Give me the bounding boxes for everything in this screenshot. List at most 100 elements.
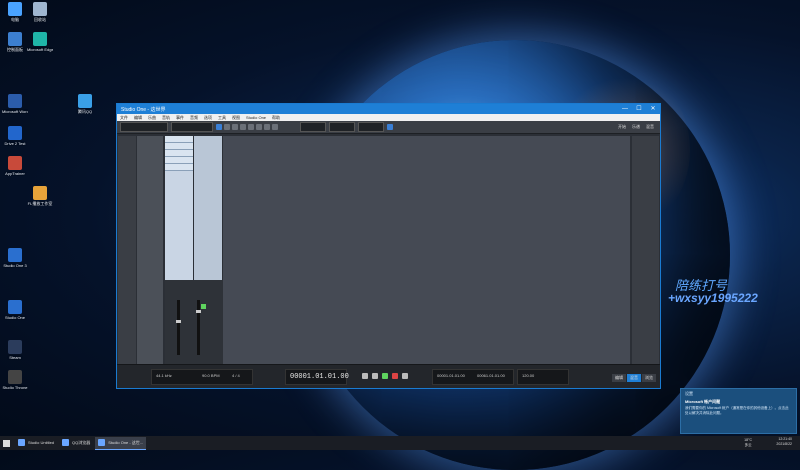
inspector-panel: [137, 136, 163, 365]
desktop-icon[interactable]: Studio Throne: [2, 370, 28, 390]
app-icon: [62, 439, 70, 446]
notification-header: 设置: [685, 391, 693, 396]
menu-item[interactable]: 工具: [218, 115, 226, 121]
stop-button[interactable]: [372, 373, 378, 379]
app-icon: [8, 370, 22, 384]
fader-knob[interactable]: [196, 310, 201, 313]
desktop-icon-label: Microsoft Word 2010: [2, 109, 28, 114]
menu-item[interactable]: 编辑: [134, 115, 142, 121]
weather-widget[interactable]: 18°C 多云: [744, 438, 752, 448]
eraser-tool-icon[interactable]: [240, 124, 246, 130]
play-button[interactable]: [382, 373, 388, 379]
transport-info-left: 44.1 kHz 90.0 BPM 4 / 4: [151, 369, 253, 385]
desktop-icon[interactable]: Steam: [2, 340, 28, 360]
desktop-icon[interactable]: AppTrainer: [2, 156, 28, 176]
windows-icon: [3, 439, 10, 447]
loop-button[interactable]: [402, 373, 408, 379]
track-row[interactable]: [165, 143, 193, 150]
maximize-button[interactable]: ☐: [632, 104, 646, 114]
menu-item[interactable]: 帮助: [272, 115, 280, 121]
taskbar-item-label: QQ浏览器: [72, 439, 91, 445]
menu-item[interactable]: 事件: [176, 115, 184, 121]
desktop-icon-label: 控制面板: [7, 47, 23, 52]
taskbar-item[interactable]: Studio One - 这世...: [95, 436, 147, 450]
desktop-icon-label: AppTrainer: [5, 171, 25, 176]
toolbar-start[interactable]: 开始: [618, 124, 626, 130]
transport-info-right: 00001.01.01.00 00061.01.01.00: [432, 369, 514, 385]
menu-item[interactable]: 乐曲: [148, 115, 156, 121]
channel-fader[interactable]: [177, 300, 180, 355]
notification-body: 我们需要你的 Microsoft 帐户（通常是在你的其他设备上）。点击此处以解决…: [685, 406, 789, 415]
clock[interactable]: 12:21:40 2021/8/22: [776, 437, 792, 447]
track-selector[interactable]: [120, 122, 168, 132]
start-button[interactable]: [0, 437, 13, 449]
tab-mix[interactable]: 混音: [627, 374, 641, 382]
toolbar-mix[interactable]: 混音: [646, 124, 654, 130]
menu-item[interactable]: 音频: [190, 115, 198, 121]
menu-item[interactable]: Studio One: [246, 115, 266, 120]
desktop-icon-label: 回收站: [34, 17, 46, 22]
track-row[interactable]: [165, 157, 193, 164]
taskbar-item[interactable]: QQ浏览器: [59, 437, 93, 449]
desktop-icon-label: 电脑: [11, 17, 19, 22]
tool-bar: 开始 乐谱 混音: [117, 121, 660, 134]
app-icon: [33, 32, 47, 46]
desktop-icon[interactable]: Microsoft Edge: [27, 32, 53, 52]
desktop-icon[interactable]: Drive 2 Test: [2, 126, 28, 146]
track-row[interactable]: [165, 164, 193, 171]
close-button[interactable]: ✕: [646, 104, 660, 114]
tab-browse[interactable]: 浏览: [642, 374, 656, 382]
record-button[interactable]: [392, 373, 398, 379]
menu-item[interactable]: 音轨: [162, 115, 170, 121]
quantize-box[interactable]: [300, 122, 326, 132]
snap-box[interactable]: [358, 122, 384, 132]
desktop-icon[interactable]: 控制面板: [2, 32, 28, 52]
rewind-button[interactable]: [362, 373, 368, 379]
menu-item[interactable]: 文件: [120, 115, 128, 121]
transport-time-box: 00001.01.01.00: [285, 369, 349, 385]
arrow-tool-icon[interactable]: [216, 124, 222, 130]
snap-selector[interactable]: [171, 122, 213, 132]
taskbar-item-label: Studio One - 这世...: [108, 439, 144, 445]
inspector-tabs: [118, 136, 136, 365]
toolbar-score[interactable]: 乐谱: [632, 124, 640, 130]
track-row[interactable]: [165, 136, 193, 143]
taskbar: Studio Untitled QQ浏览器 Studio One - 这世... 1…: [0, 436, 800, 450]
arrange-view[interactable]: [223, 136, 630, 365]
mute-tool-icon[interactable]: [256, 124, 262, 130]
desktop-icon-label: 腾讯QQ: [77, 109, 93, 114]
desktop-icon[interactable]: FL播放工作室: [27, 186, 53, 206]
desktop-icon[interactable]: Microsoft Word 2010: [2, 94, 28, 114]
app-icon: [8, 156, 22, 170]
timebase-box[interactable]: [329, 122, 355, 132]
desktop-icon[interactable]: Studio One: [2, 300, 28, 320]
desktop-icon-label: Studio Throne: [2, 385, 28, 390]
paint-tool-icon[interactable]: [248, 124, 254, 130]
app-icon: [8, 126, 22, 140]
range-tool-icon[interactable]: [224, 124, 230, 130]
menu-item[interactable]: 视图: [232, 115, 240, 121]
desktop-icon[interactable]: Studio One 3: [2, 248, 28, 268]
mixer-panel: [165, 280, 223, 365]
tab-edit[interactable]: 编辑: [612, 374, 626, 382]
app-icon: [78, 94, 92, 108]
watermark-line2: +wxsyy1995222: [668, 291, 758, 305]
title-bar[interactable]: Studio One - 这世界 — ☐ ✕: [117, 104, 660, 114]
bend-tool-icon[interactable]: [264, 124, 270, 130]
tempo-box: 120.00: [517, 369, 569, 385]
split-tool-icon[interactable]: [232, 124, 238, 130]
minimize-button[interactable]: —: [618, 104, 632, 114]
snap-toggle-icon[interactable]: [387, 124, 393, 130]
listen-tool-icon[interactable]: [272, 124, 278, 130]
desktop-icon[interactable]: 回收站: [27, 2, 53, 22]
taskbar-item[interactable]: Studio Untitled: [15, 437, 57, 449]
menu-item[interactable]: 选项: [204, 115, 212, 121]
channel-fader[interactable]: [197, 300, 200, 355]
desktop-icon[interactable]: 腾讯QQ: [72, 94, 98, 114]
notification-toast[interactable]: 设置 Microsoft 帐户问题 我们需要你的 Microsoft 帐户（通常…: [680, 388, 797, 434]
studio-one-window[interactable]: Studio One - 这世界 — ☐ ✕ 文件 编辑 乐曲 音轨 事件 音频 选项 工具视…: [116, 103, 661, 389]
desktop-icon[interactable]: 电脑: [2, 2, 28, 22]
track-row[interactable]: [165, 150, 193, 157]
fader-knob[interactable]: [176, 320, 181, 323]
app-icon: [8, 248, 22, 262]
